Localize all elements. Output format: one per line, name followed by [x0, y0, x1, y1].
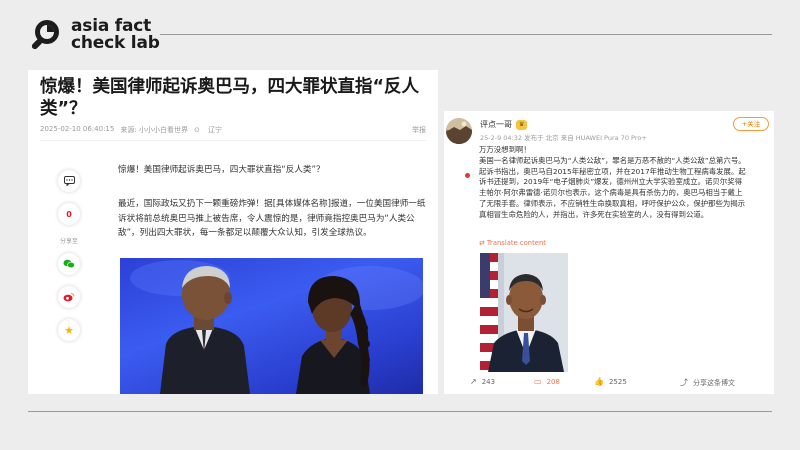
- repost-icon: ↗: [470, 377, 477, 386]
- magnifier-logo-icon: [31, 20, 59, 50]
- comment-button[interactable]: [58, 170, 80, 192]
- weibo-icon: [63, 293, 75, 302]
- article-meta: 2025-02-10 06:40:15 来源: 小小小白看世界 ⊙ 辽宁 举报: [40, 125, 426, 135]
- share-post-button[interactable]: ⤴ 分享这条博文: [680, 377, 735, 388]
- brand-logo: asia fact check lab: [27, 17, 160, 53]
- favorite-star-icon: ★: [64, 323, 74, 337]
- weibo-red-icon: 0: [66, 209, 72, 219]
- article-divider: [40, 140, 426, 141]
- article-photo-illustration: [130, 260, 423, 394]
- report-link[interactable]: 举报: [412, 125, 426, 135]
- follow-button[interactable]: +关注: [733, 117, 769, 131]
- post-image-portrait: [480, 253, 568, 372]
- user-name[interactable]: 评点一哥: [480, 119, 512, 130]
- post-line: 了无限手套。律师表示，不应销牲生命换取真相，呼吁保护公众，保护那些为揭示: [479, 198, 746, 208]
- translate-label: Translate content: [486, 239, 546, 247]
- brand-wordmark: asia fact check lab: [71, 18, 160, 52]
- user-avatar[interactable]: [446, 118, 472, 144]
- article-source[interactable]: 来源: 小小小白看世界: [120, 125, 188, 135]
- post-line: 主帕尔·阿尔弗雷德·诺贝尔也表示，这个病毒是具有杀伤力的，奥巴马相当于戴上: [479, 188, 743, 198]
- share-label: 分享至: [59, 238, 78, 245]
- share-label-text: 分享这条博文: [693, 378, 735, 387]
- article-photo: [120, 258, 423, 394]
- post-line: 诉书还提到，2019年“电子烟肺炎”爆发，德州州立大学实验室成立。诺贝尔奖得: [479, 177, 742, 187]
- weibo-post-panel: 评点一哥 ♛ 25-2-9 04:32 发布于 北京 来自 HUAWEI Pur…: [444, 111, 774, 394]
- post-line: 真相冒生命危险的人，并指出，许多死在实验室的人，没有得到公道。: [479, 209, 709, 219]
- comment-count: 208: [546, 377, 560, 386]
- translate-icon: ⇄: [479, 239, 485, 247]
- article-location: ⊙ 辽宁: [194, 125, 228, 135]
- weibo-red-button[interactable]: 0: [58, 203, 80, 225]
- wechat-icon: [63, 259, 75, 269]
- translate-link[interactable]: ⇄ Translate content: [479, 239, 546, 247]
- red-dot-indicator: [465, 173, 470, 178]
- article-title: 惊爆！美国律师起诉奥巴马，四大罪状直指“反人类”？: [40, 77, 419, 119]
- avatar-landscape-icon: [446, 118, 472, 144]
- post-actions-bar: ↗ 243 ▭ 208 👍 2525 ⤴ 分享这条博文: [444, 376, 774, 390]
- like-count: 2525: [608, 377, 627, 386]
- location-pin-icon: ⊙: [193, 126, 200, 134]
- favorite-button[interactable]: ★: [58, 319, 80, 341]
- post-line: 起诉书指出，奥巴马自2015年秘密立项，并在2017年推动生物工程病毒发展。起: [479, 166, 746, 176]
- post-text: 万万没想到啊！ 美国一名律师起诉奥巴马为“人类公敌”，罪名是万恶不赦的“人类公敌…: [479, 145, 769, 221]
- article-body: 最近，国际政坛又扔下一颗重磅炸弹！据[具体媒体名称]报道，一位美国律师一纸诉状将…: [118, 199, 426, 238]
- article-date: 2025-02-10 06:40:15: [40, 125, 115, 133]
- thumbs-up-icon: 👍: [594, 377, 604, 386]
- brand-line-2: check lab: [71, 33, 160, 53]
- vip-crown-icon: ♛: [516, 119, 528, 130]
- share-sidebar: 0 分享至 ★: [56, 170, 82, 352]
- post-meta: 25-2-9 04:32 发布于 北京 来自 HUAWEI Pura 70 Pr…: [480, 134, 647, 142]
- share-wechat-button[interactable]: [58, 253, 80, 275]
- repost-button[interactable]: ↗ 243: [470, 377, 495, 386]
- comment-bubble-icon: ▭: [534, 377, 542, 386]
- like-button[interactable]: 👍 2525: [594, 377, 627, 386]
- article-lead: 惊爆！美国律师起诉奥巴马，四大罪状直指“反人类”？: [118, 165, 325, 175]
- share-weibo-button[interactable]: [58, 286, 80, 308]
- news-article-panel: 惊爆！美国律师起诉奥巴马，四大罪状直指“反人类”？ 2025-02-10 06:…: [28, 70, 438, 394]
- post-line: 万万没想到啊！: [479, 145, 531, 154]
- repost-count: 243: [481, 377, 496, 386]
- article-location-text: 辽宁: [208, 126, 223, 134]
- post-line: 美国一名律师起诉奥巴马为“人类公敌”，罪名是万恶不赦的“人类公敌”总第六号。: [479, 155, 746, 165]
- post-image[interactable]: [480, 253, 568, 372]
- screenshot-collage: asia fact check lab 惊爆！美国律师起诉奥巴马，四大罪状直指“…: [0, 0, 800, 450]
- top-divider: [160, 34, 772, 35]
- share-icon: ⤴: [680, 378, 688, 387]
- comment-post-button[interactable]: ▭ 208: [534, 377, 560, 386]
- user-name-row: 评点一哥 ♛: [480, 119, 528, 130]
- bottom-divider: [28, 411, 772, 412]
- comment-icon: [63, 176, 75, 186]
